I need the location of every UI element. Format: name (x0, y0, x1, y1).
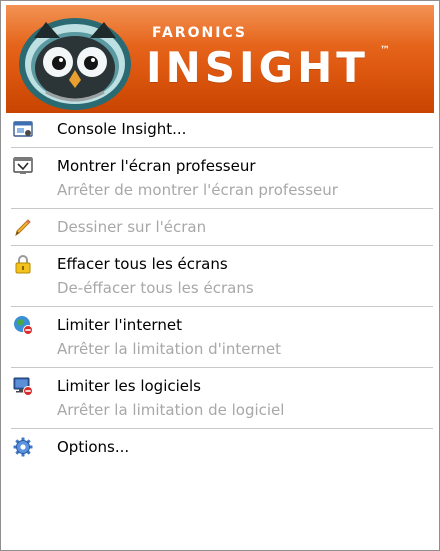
faronics-insight-banner: FARONICS INSIGHT ™ (6, 5, 434, 113)
menu-item-limit-software[interactable]: Limiter les logiciels (1, 374, 439, 398)
menu-item-options[interactable]: Options... (1, 435, 439, 459)
menu-item-stop-limit-software[interactable]: Arrêter la limitation de logiciel (1, 398, 439, 422)
group-blank-screens: Effacer tous les écrans De-éffacer tous … (1, 252, 439, 300)
gear-icon (13, 437, 33, 457)
menu-items: Console Insight... Montrer l'écran profe… (1, 117, 439, 459)
padlock-icon (15, 255, 31, 274)
show-teacher-screen-icon (13, 157, 33, 174)
menu-item-label: Effacer tous les écrans (57, 255, 228, 273)
menu-separator (11, 428, 433, 429)
group-draw: Dessiner sur l'écran (1, 215, 439, 239)
menu-item-limit-internet[interactable]: Limiter l'internet (1, 313, 439, 337)
globe-block-icon (14, 316, 33, 335)
group-software: Limiter les logiciels Arrêter la limitat… (1, 374, 439, 422)
menu-item-label: De-éffacer tous les écrans (57, 279, 254, 297)
console-window-icon (13, 121, 33, 137)
menu-separator (11, 367, 433, 368)
menu-item-label: Arrêter la limitation de logiciel (57, 401, 285, 419)
menu-item-stop-limit-internet[interactable]: Arrêter la limitation d'internet (1, 337, 439, 361)
menu-item-label: Limiter l'internet (57, 316, 182, 334)
brand-product: INSIGHT (146, 43, 369, 92)
group-teacher-screen: Montrer l'écran professeur Arrêter de mo… (1, 154, 439, 202)
menu-item-label: Arrêter la limitation d'internet (57, 340, 282, 358)
menu-item-draw-on-screen[interactable]: Dessiner sur l'écran (1, 215, 439, 239)
brand-company: FARONICS (152, 25, 248, 41)
menu-item-label: Console Insight... (57, 120, 187, 138)
monitor-block-icon (13, 377, 33, 396)
group-console: Console Insight... (1, 117, 439, 141)
menu-item-label: Options... (57, 438, 130, 456)
menu-item-label: Limiter les logiciels (57, 377, 201, 395)
menu-item-label: Montrer l'écran professeur (57, 157, 256, 175)
menu-item-label: Arrêter de montrer l'écran professeur (57, 181, 338, 199)
group-options: Options... (1, 435, 439, 459)
menu-item-unblank-all-screens[interactable]: De-éffacer tous les écrans (1, 276, 439, 300)
menu-item-blank-all-screens[interactable]: Effacer tous les écrans (1, 252, 439, 276)
menu-separator (11, 147, 433, 148)
brand-trademark: ™ (380, 45, 390, 56)
group-internet: Limiter l'internet Arrêter la limitation… (1, 313, 439, 361)
menu-separator (11, 245, 433, 246)
menu-separator (11, 306, 433, 307)
menu-item-stop-teacher-screen[interactable]: Arrêter de montrer l'écran professeur (1, 178, 439, 202)
menu-item-show-teacher-screen[interactable]: Montrer l'écran professeur (1, 154, 439, 178)
menu-item-label: Dessiner sur l'écran (57, 218, 207, 236)
menu-separator (11, 208, 433, 209)
owl-logo-icon (19, 18, 131, 110)
menu-item-console-insight[interactable]: Console Insight... (1, 117, 439, 141)
context-menu: FARONICS INSIGHT ™ Console Insight... Mo… (0, 0, 440, 551)
pencil-icon (15, 219, 31, 237)
